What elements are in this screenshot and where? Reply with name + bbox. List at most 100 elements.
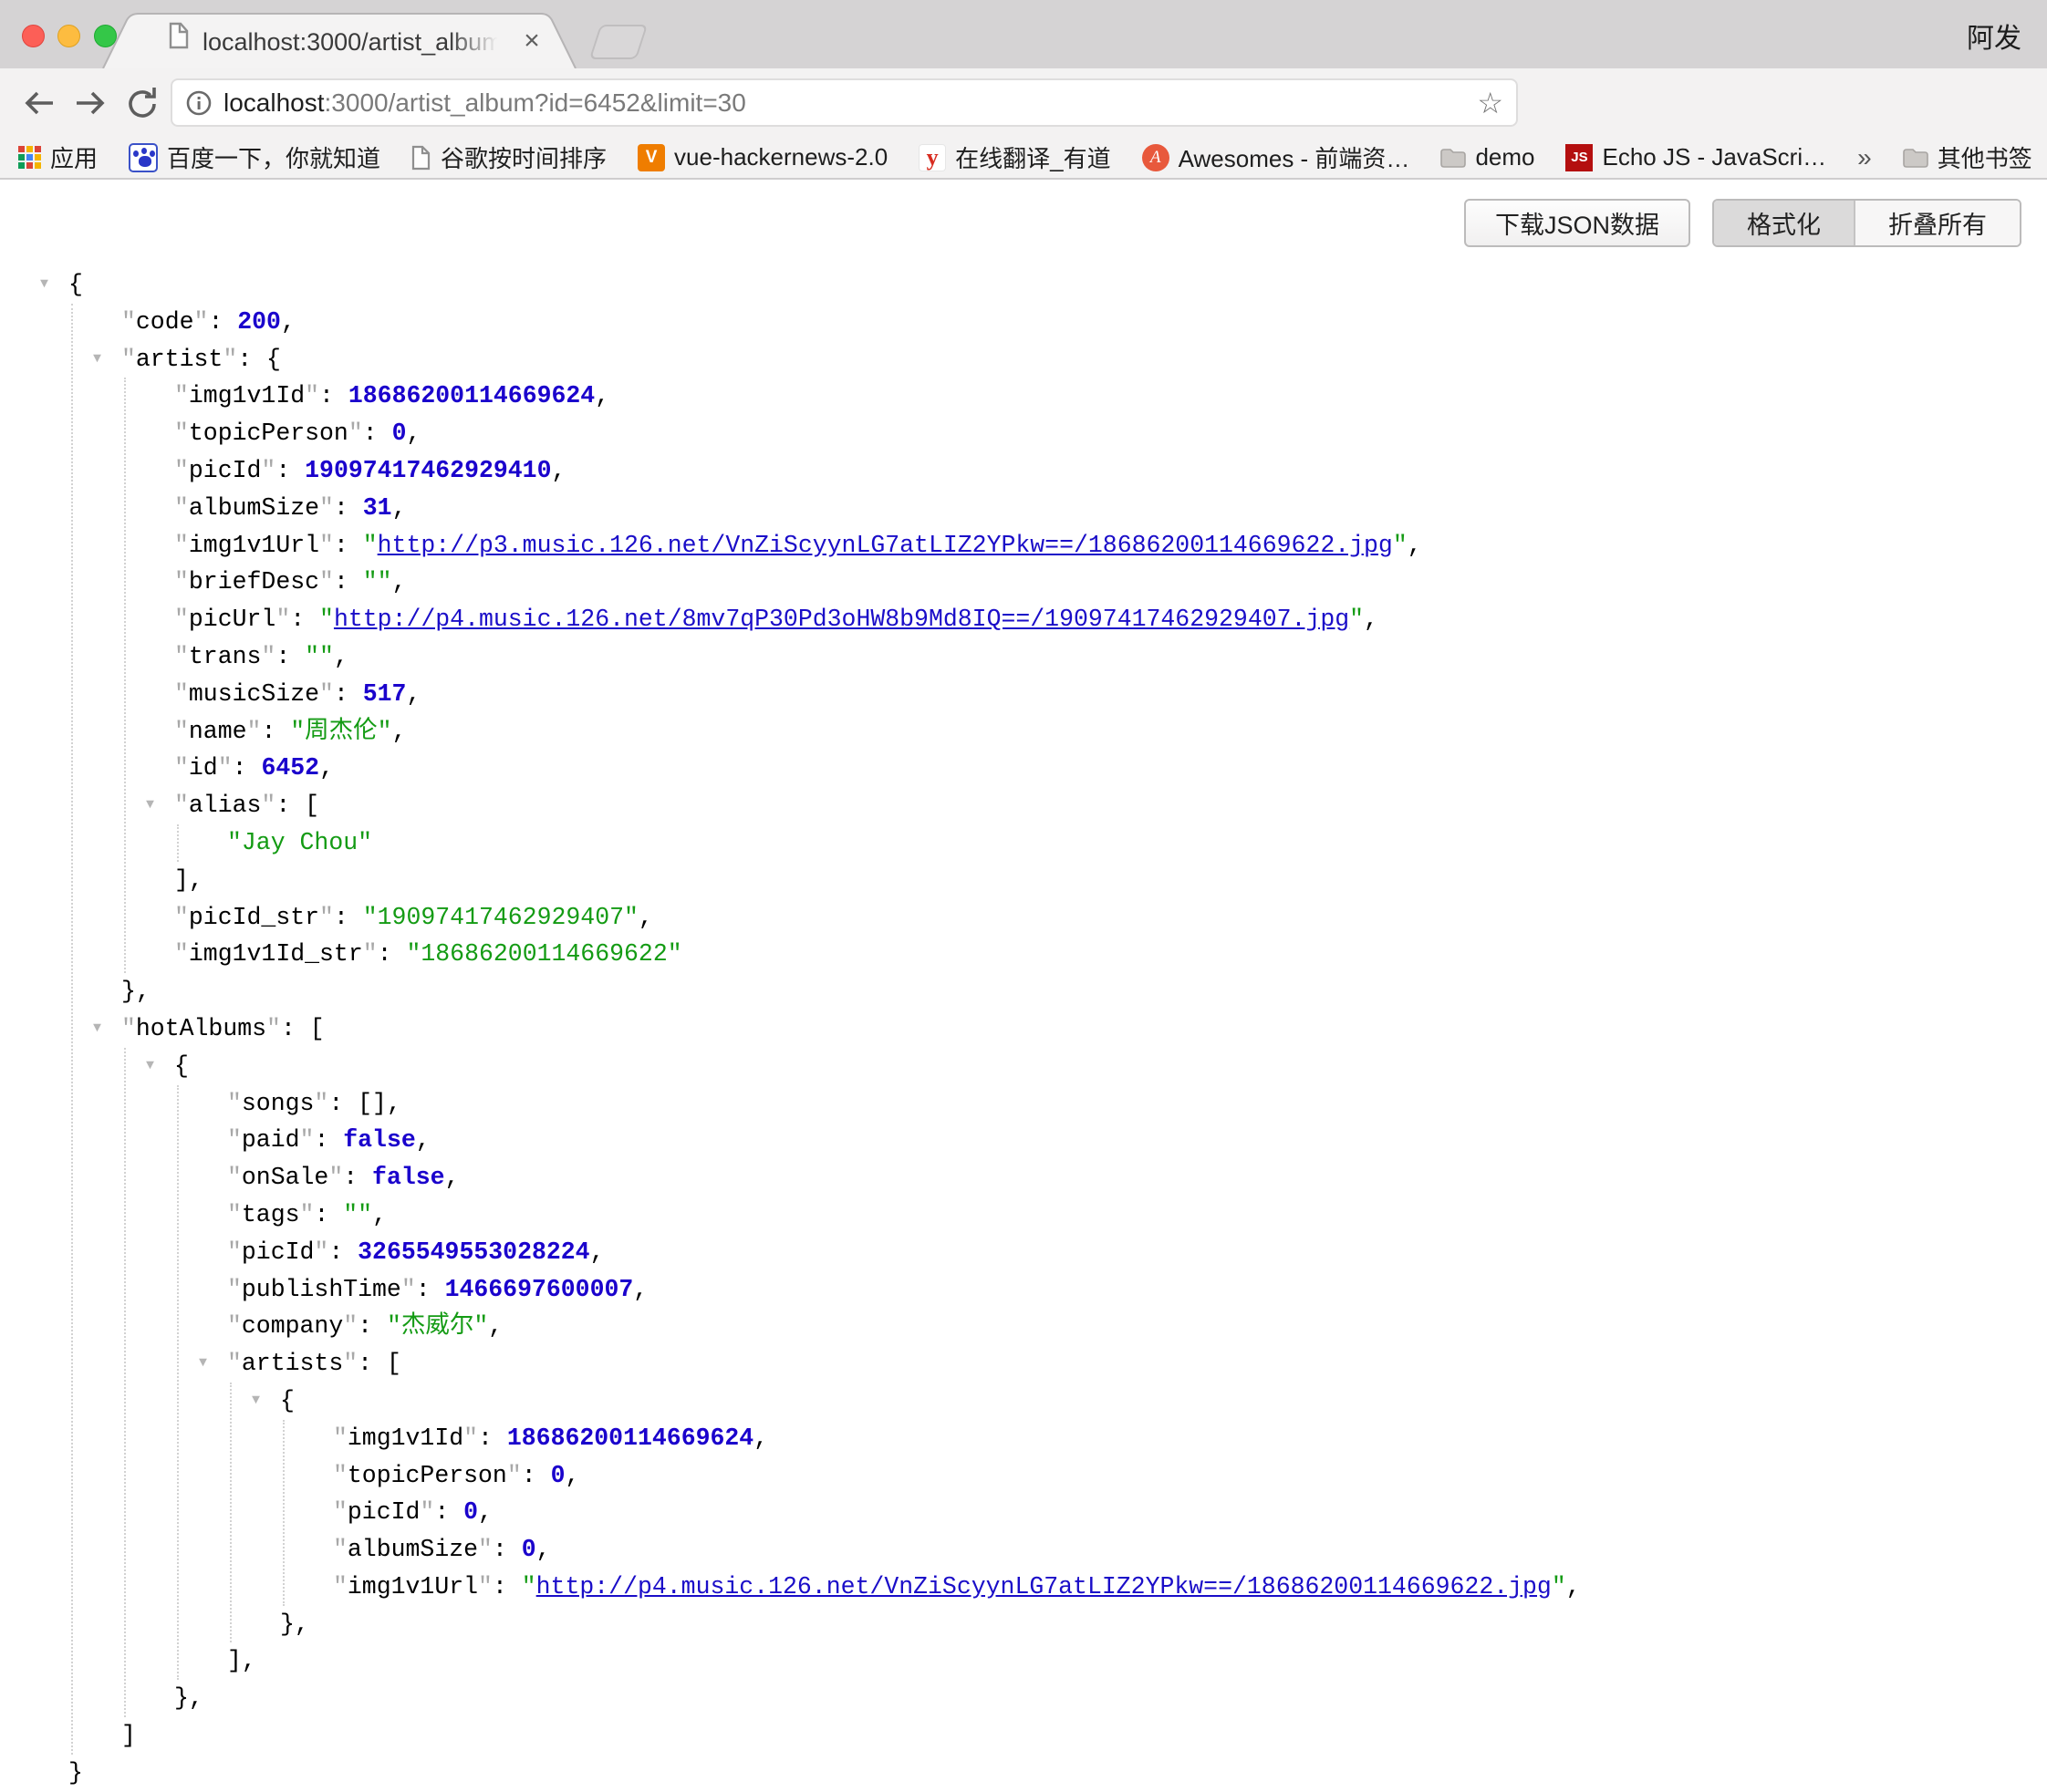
json-line: "picId": 19097417462929410, <box>174 452 1581 490</box>
awesomes-icon: A <box>1142 144 1169 171</box>
json-closer-line: ], <box>227 1642 1581 1680</box>
json-line: "id": 6452, <box>174 750 1581 787</box>
collapse-triangle-icon[interactable]: ▼ <box>93 341 101 378</box>
bookmark-label: Echo JS - JavaScri… <box>1602 143 1826 171</box>
bookmark-awesomes[interactable]: A Awesomes - 前端资… <box>1142 140 1410 174</box>
json-opener-line: ▼{ <box>68 266 1581 304</box>
json-line: "trans": "", <box>174 638 1581 676</box>
json-line: "albumSize": 31, <box>174 490 1581 527</box>
json-line: "musicSize": 517, <box>174 676 1581 713</box>
json-line: "img1v1Url": "http://p3.music.126.net/Vn… <box>174 527 1581 565</box>
json-opener-line: ▼"hotAlbums": [ <box>121 1010 1581 1048</box>
page-info-icon[interactable] <box>185 89 213 117</box>
bookmarks-overflow-chevron[interactable]: » <box>1857 143 1872 172</box>
json-children: ▼{"img1v1Id": 18686200114669624,"topicPe… <box>230 1383 1581 1643</box>
json-block: ▼"alias": ["Jay Chou"], <box>174 787 1581 898</box>
json-opener-line: ▼"artist": { <box>121 341 1581 378</box>
json-block: ▼{"img1v1Id": 18686200114669624,"topicPe… <box>280 1383 1581 1643</box>
json-line: "name": "周杰伦", <box>174 713 1581 751</box>
json-children: "songs": [],"paid": false,"onSale": fals… <box>177 1085 1581 1681</box>
json-url-link[interactable]: http://p3.music.126.net/VnZiScyynLG7atLI… <box>378 532 1393 559</box>
json-opener-line: ▼{ <box>280 1383 1581 1420</box>
collapse-triangle-icon[interactable]: ▼ <box>146 787 154 824</box>
bookmark-star-icon[interactable]: ☆ <box>1477 86 1503 120</box>
bookmark-label: 在线翻译_有道 <box>955 140 1110 174</box>
json-line: "img1v1Id": 18686200114669624, <box>174 378 1581 415</box>
json-line: "img1v1Id": 18686200114669624, <box>333 1420 1581 1457</box>
bookmark-other-bookmarks[interactable]: 其他书签 <box>1903 140 2032 174</box>
view-mode-segmented-control: 格式化 折叠所有 <box>1712 199 2021 247</box>
download-json-button[interactable]: 下载JSON数据 <box>1464 199 1690 247</box>
youdao-icon: y <box>919 144 946 171</box>
collapse-triangle-icon[interactable]: ▼ <box>199 1345 207 1383</box>
bookmark-apps[interactable]: 应用 <box>18 140 98 174</box>
profile-name[interactable]: 阿发 <box>1967 16 2021 56</box>
bookmark-echojs[interactable]: JS Echo JS - JavaScri… <box>1565 143 1826 171</box>
json-closer-line: ], <box>174 862 1581 899</box>
json-children: "img1v1Id": 18686200114669624,"topicPers… <box>283 1420 1581 1606</box>
apps-grid-icon <box>18 146 41 169</box>
json-viewer: ▼{"code": 200,▼"artist": {"img1v1Id": 18… <box>68 266 1581 1792</box>
json-children: "img1v1Id": 18686200114669624,"topicPers… <box>124 378 1581 973</box>
json-closer-line: ] <box>121 1717 1581 1755</box>
collapse-triangle-icon[interactable]: ▼ <box>40 266 48 304</box>
page-file-icon <box>168 22 190 49</box>
json-block: ▼"artists": [▼{"img1v1Id": 1868620011466… <box>227 1345 1581 1680</box>
json-line: "paid": false, <box>227 1122 1581 1159</box>
json-closer-line: }, <box>121 973 1581 1010</box>
format-button[interactable]: 格式化 <box>1714 201 1854 245</box>
bookmark-label: 应用 <box>50 140 98 174</box>
json-block: ▼"artist": {"img1v1Id": 1868620011466962… <box>121 341 1581 1010</box>
json-line: "picId": 0, <box>333 1494 1581 1531</box>
json-line: "picId_str": "19097417462929407", <box>174 899 1581 937</box>
baidu-paw-icon <box>129 143 158 172</box>
back-button[interactable] <box>20 68 57 137</box>
json-line: "picUrl": "http://p4.music.126.net/8mv7q… <box>174 601 1581 638</box>
json-line: "img1v1Id_str": "18686200114669622" <box>174 936 1581 973</box>
bookmark-vue-hackernews[interactable]: V vue-hackernews-2.0 <box>638 143 888 171</box>
json-children: ▼{"songs": [],"paid": false,"onSale": fa… <box>124 1048 1581 1717</box>
json-children: "Jay Chou" <box>177 824 1581 862</box>
json-opener-line: ▼{ <box>174 1048 1581 1085</box>
bookmarks-bar: 应用 百度一下，你就知道 谷歌按时间排序 V vue-hackernews-2.… <box>0 137 2047 180</box>
bookmark-label: 谷歌按时间排序 <box>441 140 607 174</box>
collapse-all-button[interactable]: 折叠所有 <box>1854 201 2020 245</box>
bookmark-label: 其他书签 <box>1938 140 2032 174</box>
json-url-link[interactable]: http://p4.music.126.net/8mv7qP30Pd3oHW8b… <box>334 606 1349 633</box>
bookmark-label: Awesomes - 前端资… <box>1179 140 1410 174</box>
collapse-triangle-icon[interactable]: ▼ <box>252 1383 260 1420</box>
collapse-triangle-icon[interactable]: ▼ <box>146 1048 154 1085</box>
bookmark-label: demo <box>1475 143 1534 171</box>
tab-close-icon[interactable]: × <box>516 26 547 57</box>
tab-title: localhost:3000/artist_album?id <box>203 28 504 59</box>
json-block: ▼{"songs": [],"paid": false,"onSale": fa… <box>174 1048 1581 1717</box>
url-host: localhost <box>223 88 325 117</box>
json-closer-line: }, <box>174 1680 1581 1717</box>
json-line: "onSale": false, <box>227 1159 1581 1196</box>
bookmark-label: 百度一下，你就知道 <box>167 140 380 174</box>
json-line: "briefDesc": "", <box>174 564 1581 601</box>
echojs-icon: JS <box>1565 144 1593 171</box>
url-text[interactable]: localhost:3000/artist_album?id=6452&limi… <box>223 88 746 118</box>
collapse-triangle-icon[interactable]: ▼ <box>93 1010 101 1048</box>
json-line: "tags": "", <box>227 1196 1581 1234</box>
json-url-link[interactable]: http://p4.music.126.net/VnZiScyynLG7atLI… <box>536 1573 1552 1600</box>
json-line: "albumSize": 0, <box>333 1531 1581 1569</box>
bookmark-demo-folder[interactable]: demo <box>1440 143 1534 171</box>
bookmark-baidu[interactable]: 百度一下，你就知道 <box>129 140 380 174</box>
url-bar[interactable]: localhost:3000/artist_album?id=6452&limi… <box>171 78 1518 127</box>
json-line: "code": 200, <box>121 304 1581 341</box>
json-block: ▼"hotAlbums": [▼{"songs": [],"paid": fal… <box>121 1010 1581 1755</box>
page-content: 下载JSON数据 格式化 折叠所有 ▼{"code": 200,▼"artist… <box>0 180 2047 1600</box>
forward-button[interactable] <box>73 68 109 137</box>
page-icon <box>411 145 431 171</box>
bookmark-label: vue-hackernews-2.0 <box>674 143 888 171</box>
json-line: "picId": 3265549553028224, <box>227 1234 1581 1271</box>
json-line: "company": "杰威尔", <box>227 1308 1581 1345</box>
json-line: "songs": [], <box>227 1085 1581 1123</box>
vue-icon: V <box>638 144 665 171</box>
reload-button[interactable] <box>124 68 162 137</box>
bookmark-google-sort[interactable]: 谷歌按时间排序 <box>411 140 607 174</box>
bookmark-youdao-translate[interactable]: y 在线翻译_有道 <box>919 140 1110 174</box>
folder-icon <box>1903 148 1928 168</box>
